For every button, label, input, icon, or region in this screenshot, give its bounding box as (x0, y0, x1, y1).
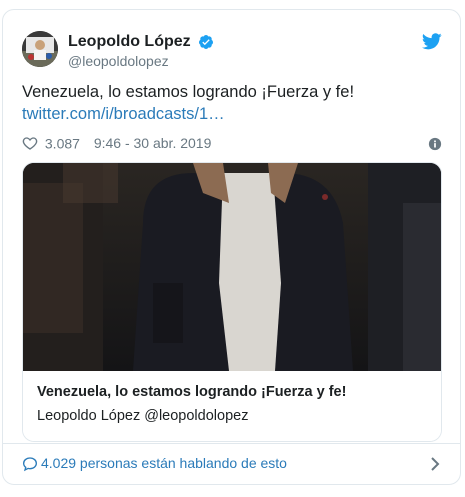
info-icon[interactable] (428, 137, 442, 151)
heart-icon[interactable] (22, 135, 38, 151)
video-thumbnail[interactable] (23, 163, 441, 371)
chevron-right-icon[interactable] (430, 457, 440, 471)
verified-badge-icon (199, 34, 214, 49)
card-author: Leopoldo López @leopoldolopez (37, 408, 249, 424)
display-name[interactable]: Leopoldo López (68, 32, 191, 51)
twitter-bird-icon[interactable] (422, 33, 442, 50)
conversation-count[interactable]: 4.029 personas están hablando de esto (41, 455, 287, 471)
avatar[interactable] (22, 31, 58, 67)
timestamp[interactable]: 9:46 - 30 abr. 2019 (94, 135, 212, 151)
handle[interactable]: @leopoldolopez (68, 52, 214, 70)
broadcast-link[interactable]: twitter.com/i/broadcasts/1… (22, 103, 444, 125)
card-title: Venezuela, lo estamos logrando ¡Fuerza y… (37, 384, 347, 400)
tweet-body: Venezuela, lo estamos logrando ¡Fuerza y… (22, 81, 444, 125)
broadcast-card[interactable]: Venezuela, lo estamos logrando ¡Fuerza y… (22, 162, 442, 442)
conversation-footer[interactable]: 4.029 personas están hablando de esto (3, 443, 460, 484)
card-caption[interactable]: Venezuela, lo estamos logrando ¡Fuerza y… (23, 371, 441, 441)
like-count[interactable]: 3.087 (45, 135, 80, 151)
tweet-meta: 3.087 9:46 - 30 abr. 2019 (22, 134, 444, 154)
speech-bubble-icon (22, 457, 38, 472)
tweet-text: Venezuela, lo estamos logrando ¡Fuerza y… (22, 83, 355, 101)
tweet-header: Leopoldo López @leopoldolopez (22, 31, 444, 71)
embedded-tweet[interactable]: Leopoldo López @leopoldolopez Venezuela,… (2, 9, 461, 485)
